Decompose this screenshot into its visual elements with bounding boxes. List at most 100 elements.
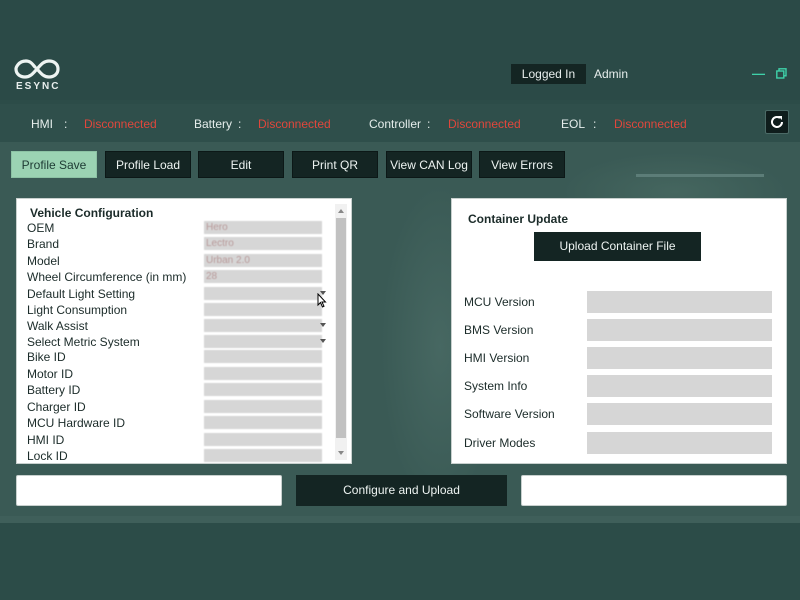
- cu-row-bms-version: BMS Version: [464, 319, 774, 341]
- scroll-up-icon[interactable]: [338, 209, 344, 213]
- field-label: System Info: [464, 379, 528, 393]
- minimize-icon[interactable]: —: [752, 66, 765, 81]
- field-label: Walk Assist: [27, 319, 88, 333]
- field-label: Select Metric System: [27, 335, 140, 349]
- cu-row-hmi-version: HMI Version: [464, 347, 774, 369]
- field-label: BMS Version: [464, 323, 534, 337]
- status-value-hmi: Disconnected: [84, 117, 157, 131]
- cu-row-mcu-version: MCU Version: [464, 291, 774, 313]
- hmi-version-field: [587, 347, 772, 369]
- status-colon: :: [593, 117, 597, 131]
- dropdown-arrow-icon[interactable]: [320, 323, 326, 327]
- lock-id-input[interactable]: [204, 449, 322, 462]
- hmi-id-input[interactable]: [204, 433, 322, 446]
- vc-row-hmi-id: HMI ID: [27, 433, 337, 447]
- field-label: HMI Version: [464, 351, 530, 365]
- configure-and-upload-button[interactable]: Configure and Upload: [296, 475, 507, 506]
- view-errors-button[interactable]: View Errors: [479, 151, 565, 178]
- field-label: HMI ID: [27, 433, 65, 447]
- dropdown-arrow-icon[interactable]: [320, 339, 326, 343]
- upload-container-file-button[interactable]: Upload Container File: [534, 232, 701, 261]
- status-colon: :: [238, 117, 242, 131]
- print-qr-button[interactable]: Print QR: [292, 151, 378, 178]
- vc-row-walk-assist: Walk Assist: [27, 319, 337, 333]
- refresh-icon: [771, 116, 783, 128]
- top-band: [0, 0, 800, 100]
- battery-id-input[interactable]: [204, 383, 322, 396]
- status-colon: :: [64, 117, 68, 131]
- profile-load-button[interactable]: Profile Load: [105, 151, 191, 178]
- driver-modes-field: [587, 432, 772, 454]
- panel-title: Container Update: [468, 212, 569, 226]
- scroll-down-icon[interactable]: [338, 451, 344, 455]
- logo-text: ESYNC: [16, 81, 61, 92]
- restore-window-icon[interactable]: [776, 68, 787, 79]
- system-info-field: [587, 375, 772, 397]
- bike-id-input[interactable]: [204, 350, 322, 363]
- status-label-eol: EOL: [561, 117, 586, 131]
- progress-line: [636, 174, 764, 177]
- field-label: Driver Modes: [464, 436, 536, 450]
- vc-row-mcu-hardware-id: MCU Hardware ID: [27, 416, 337, 430]
- container-update-panel: Container Update Upload Container File M…: [451, 198, 787, 464]
- field-label: MCU Version: [464, 295, 535, 309]
- field-label: Software Version: [464, 407, 555, 421]
- mcu-version-field: [587, 291, 772, 313]
- status-value-controller: Disconnected: [448, 117, 521, 131]
- user-name: Admin: [594, 67, 629, 81]
- mouse-cursor-icon: [317, 293, 327, 308]
- motor-id-input[interactable]: [204, 367, 322, 380]
- infinity-logo-icon: [14, 59, 60, 79]
- oem-input[interactable]: Hero: [204, 221, 322, 234]
- default-light-setting-select[interactable]: [204, 287, 322, 300]
- bms-version-field: [587, 319, 772, 341]
- field-label: Default Light Setting: [27, 287, 136, 301]
- vc-row-metric-system: Select Metric System: [27, 335, 337, 349]
- vc-row-model: Model Urban 2.0: [27, 254, 337, 268]
- field-label: OEM: [27, 221, 55, 235]
- field-label: Bike ID: [27, 350, 66, 364]
- status-colon: :: [427, 117, 431, 131]
- vc-row-charger-id: Charger ID: [27, 400, 337, 414]
- field-label: Battery ID: [27, 383, 81, 397]
- wheel-circumference-input[interactable]: 28: [204, 270, 322, 283]
- software-version-field: [587, 403, 772, 425]
- field-label: Model: [27, 254, 60, 268]
- vc-row-brand: Brand Lectro: [27, 237, 337, 251]
- brand-input[interactable]: Lectro: [204, 237, 322, 250]
- vc-row-light-setting: Default Light Setting: [27, 287, 337, 301]
- cu-row-software-version: Software Version: [464, 403, 774, 425]
- field-label: MCU Hardware ID: [27, 416, 126, 430]
- vertical-scrollbar[interactable]: [335, 204, 347, 460]
- vehicle-configuration-panel: Vehicle Configuration OEM Hero Brand Lec…: [16, 198, 352, 464]
- model-input[interactable]: Urban 2.0: [204, 254, 322, 267]
- scroll-thumb[interactable]: [336, 218, 346, 438]
- cu-row-system-info: System Info: [464, 375, 774, 397]
- field-label: Wheel Circumference (in mm): [27, 270, 187, 284]
- light-consumption-input[interactable]: [204, 303, 322, 316]
- charger-id-input[interactable]: [204, 400, 322, 413]
- panel-title: Vehicle Configuration: [30, 206, 154, 220]
- view-can-log-button[interactable]: View CAN Log: [386, 151, 472, 178]
- cu-row-driver-modes: Driver Modes: [464, 432, 774, 454]
- field-label: Brand: [27, 237, 60, 251]
- right-status-box: [521, 475, 787, 506]
- left-status-box: [16, 475, 282, 506]
- vc-row-battery-id: Battery ID: [27, 383, 337, 397]
- field-label: Light Consumption: [27, 303, 128, 317]
- mcu-hardware-id-input[interactable]: [204, 416, 322, 429]
- field-label: Motor ID: [27, 367, 74, 381]
- status-value-battery: Disconnected: [258, 117, 331, 131]
- walk-assist-select[interactable]: [204, 319, 322, 332]
- vc-row-motor-id: Motor ID: [27, 367, 337, 381]
- vc-row-wheel: Wheel Circumference (in mm) 28: [27, 270, 337, 284]
- vc-row-light-consumption: Light Consumption: [27, 303, 337, 317]
- status-label-controller: Controller: [369, 117, 422, 131]
- refresh-button[interactable]: [765, 110, 789, 134]
- vc-row-bike-id: Bike ID: [27, 350, 337, 364]
- status-value-eol: Disconnected: [614, 117, 687, 131]
- edit-button[interactable]: Edit: [198, 151, 284, 178]
- metric-system-select[interactable]: [204, 335, 322, 348]
- profile-save-button[interactable]: Profile Save: [11, 151, 97, 178]
- status-label-hmi: HMI: [31, 117, 53, 131]
